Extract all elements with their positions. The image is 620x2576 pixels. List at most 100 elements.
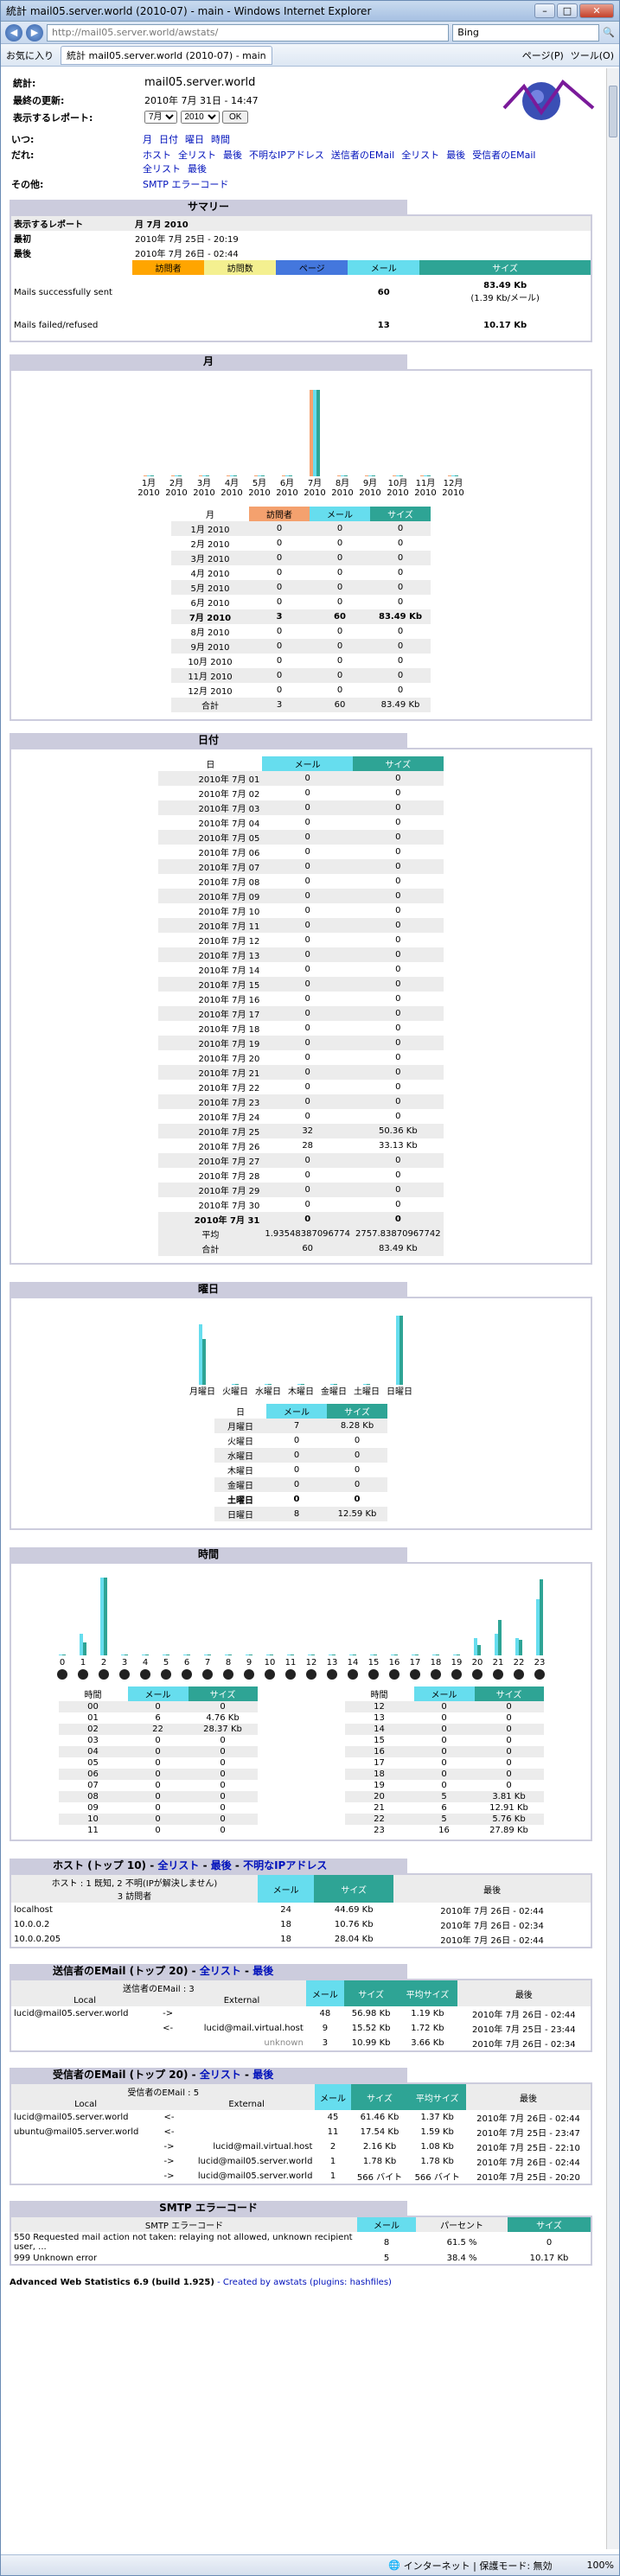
tools-menu[interactable]: ツール(O) (571, 48, 614, 62)
table-row: 金曜日 0 0 (214, 1477, 387, 1492)
footer-credit-link[interactable]: - Created by awstats (plugins: hashfiles… (217, 2278, 392, 2287)
cell: 10.76 Kb (334, 1920, 374, 1929)
col-header: サイズ (353, 756, 444, 771)
search-icon[interactable]: 🔍 (603, 27, 615, 38)
nav-who-link-7[interactable]: 受信者のEMail (472, 150, 535, 161)
month-select[interactable]: 7月 (144, 111, 177, 124)
cell: 1.08 Kb (420, 2142, 454, 2152)
address-bar: ◀ ▶ http://mail05.server.world/awstats/ … (1, 22, 619, 44)
table-row: 2010年 7月 23 0 0 (158, 1094, 444, 1109)
zoom-level[interactable]: 100% (587, 2560, 614, 2571)
table-row: 水曜日 0 0 (214, 1448, 387, 1463)
zone-text: インターネット | 保護モード: 無効 (403, 2560, 553, 2572)
cell: 0 (441, 1781, 447, 1790)
hosts-full-list-link[interactable]: 全リスト (157, 1859, 199, 1871)
forward-icon[interactable]: ▶ (26, 23, 43, 41)
col-header: 日 (206, 761, 215, 770)
clock-icon (387, 1669, 402, 1681)
favorites-button[interactable]: お気に入り (6, 48, 54, 62)
nav-when-link-0[interactable]: 月 (143, 134, 152, 145)
nav-who-link-3[interactable]: 不明なIPアドレス (249, 150, 324, 161)
year-select[interactable]: 2010 (180, 111, 220, 124)
cell: 2010年 7月 26日 - 02:44 (440, 1907, 544, 1916)
close-button[interactable]: ✕ (579, 3, 614, 18)
bar-サイズ (372, 475, 375, 476)
table-row: <- lucid@mail.virtual.host 9 15.52 Kb 1.72 K… (11, 2021, 591, 2036)
sent-mail: 60 (377, 287, 390, 297)
bar-group (75, 1634, 91, 1655)
table-row: 火曜日 0 0 (214, 1433, 387, 1448)
nav-who2-link-0[interactable]: 全リスト (143, 163, 181, 175)
nav-when-link-3[interactable]: 時間 (211, 134, 230, 145)
clock-icon (54, 1669, 70, 1681)
ok-button[interactable]: OK (222, 111, 249, 124)
receivers-full-list-link[interactable]: 全リスト (200, 2069, 241, 2081)
cell: 0 (155, 1803, 161, 1813)
cell: 2010年 7月 25 (198, 1128, 260, 1138)
cell: 09 (87, 1803, 99, 1813)
cell: 0 (276, 553, 283, 563)
cell: 0 (506, 1758, 512, 1768)
nav-who-link-4[interactable]: 送信者のEMail (331, 150, 394, 161)
back-icon[interactable]: ◀ (5, 23, 22, 41)
vertical-scrollbar[interactable] (606, 68, 619, 2549)
nav-when-link-1[interactable]: 日付 (159, 134, 178, 145)
page-content: 統計: mail05.server.world 最終の更新: 2010年 7月 31… (1, 68, 606, 2549)
nav-who-link-1[interactable]: 全リスト (178, 150, 216, 161)
cell: 0 (304, 1053, 310, 1062)
nav-who-link-5[interactable]: 全リスト (401, 150, 439, 161)
table-row: 1月 2010 0 0 0 (171, 521, 431, 536)
cell (11, 2139, 160, 2154)
nav-other-link-0[interactable]: SMTP エラーコード (143, 179, 228, 190)
cell: 0 (276, 568, 283, 577)
table-row: 11 0 0 (59, 1825, 258, 1836)
senders-last-link[interactable]: 最後 (252, 1965, 273, 1977)
axis-label: 9 (246, 1658, 252, 1667)
cell: 61.5 % (446, 2237, 477, 2248)
nav-when-link-2[interactable]: 曜日 (185, 134, 204, 145)
cell: 2757.83870967742 (355, 1229, 441, 1239)
receivers-last-link[interactable]: 最後 (252, 2069, 273, 2081)
senders-full-list-link[interactable]: 全リスト (200, 1965, 241, 1977)
table-row: 18 0 0 (344, 1769, 544, 1780)
hosts-last-link[interactable]: 最後 (211, 1859, 232, 1871)
failed-size: 10.17 Kb (483, 320, 527, 330)
cell: 0 (336, 568, 343, 577)
page-menu[interactable]: ページ(P) (522, 48, 564, 62)
cell: 0 (304, 994, 310, 1004)
axis-label: 火曜日 (222, 1387, 248, 1397)
nav-who2-link-1[interactable]: 最後 (188, 163, 207, 175)
minimize-button[interactable]: – (534, 3, 555, 18)
nav-who-link-2[interactable]: 最後 (223, 150, 242, 161)
hourly-chart (54, 1572, 547, 1655)
scrollbar-thumb[interactable] (609, 86, 617, 137)
hosts-table: ホスト : 1 既知, 2 不明(IPが解決しません) 3 訪問者 メール サイズ 最後… (11, 1875, 591, 1947)
cell: 16 (438, 1826, 450, 1835)
tab-current[interactable]: 統計 mail05.server.world (2010-07) - main (61, 45, 272, 65)
axis-label: 12月 2010 (442, 479, 464, 498)
col-mail: メール (348, 260, 420, 275)
bar-group (287, 1384, 315, 1385)
cell: 0 (220, 1826, 226, 1835)
table-row: 7月 2010 3 60 83.49 Kb (171, 609, 431, 624)
nav-who-link-6[interactable]: 最後 (446, 150, 465, 161)
cell: 3.66 Kb (411, 2038, 444, 2048)
bar-group (254, 1384, 282, 1385)
cell: 0 (395, 803, 401, 813)
cell: 0 (304, 1215, 311, 1224)
hosts-unresolved-link[interactable]: 不明なIPアドレス (243, 1859, 327, 1871)
url-field[interactable]: http://mail05.server.world/awstats/ (47, 23, 450, 41)
axis-label: 12 (305, 1658, 317, 1667)
cell: 10 (87, 1814, 99, 1824)
cell: 0 (155, 1736, 161, 1745)
bar-サイズ (301, 1384, 304, 1385)
maximize-button[interactable]: □ (557, 3, 578, 18)
cell: 2010年 7月 25日 - 22:10 (476, 2144, 580, 2153)
search-input[interactable]: Bing (452, 23, 600, 41)
nav-who-link-0[interactable]: ホスト (143, 150, 171, 161)
receivers-table: 受信者のEMail : 5 メール サイズ 平均サイズ 最後 Local External l… (11, 2084, 591, 2184)
cell: 0 (220, 1758, 226, 1768)
cell: 16 (374, 1747, 385, 1757)
cell: 01 (87, 1713, 99, 1723)
weekday-table: 日メール サイズ 月曜日 7 8.28 Kb 火曜日 0 0 水曜日 0 0 木曜日 0 0 金曜日 0 0 土曜… (214, 1404, 387, 1521)
